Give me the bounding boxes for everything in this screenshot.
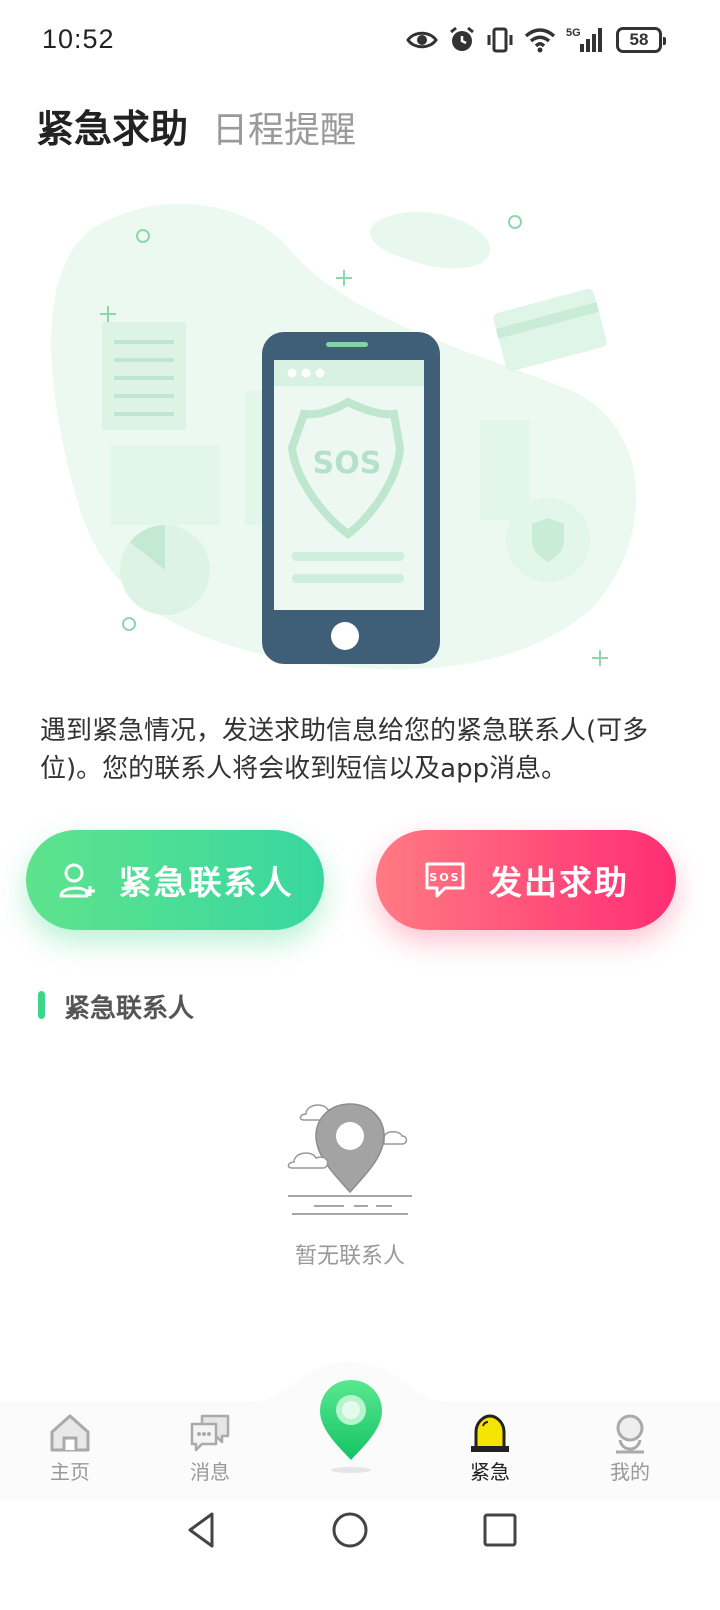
home-icon <box>50 1414 90 1452</box>
vibrate-icon <box>487 27 513 53</box>
status-icons: 5G 58 <box>406 26 666 54</box>
empty-location-icon <box>287 1103 412 1215</box>
home-button-icon[interactable] <box>330 1510 370 1550</box>
status-time: 10:52 <box>42 24 115 54</box>
top-tabs: 紧急求助 日程提醒 <box>36 98 356 153</box>
tab-emergency-help[interactable]: 紧急求助 <box>36 98 188 153</box>
alarm-icon <box>450 26 474 51</box>
status-bar: 10:52 5G 58 <box>0 0 720 84</box>
nav-item-emergency[interactable]: 紧急 <box>440 1412 540 1485</box>
nav-label-home: 主页 <box>50 1460 90 1484</box>
section-title: 紧急联系人 <box>64 994 195 1024</box>
empty-contacts-text: 暂无联系人 <box>294 1244 405 1269</box>
nav-item-messages[interactable]: 消息 <box>160 1412 260 1485</box>
emergency-contacts-label: 紧急联系人 <box>118 863 294 902</box>
nav-label-messages: 消息 <box>190 1460 230 1484</box>
nav-item-home[interactable]: 主页 <box>20 1412 120 1485</box>
alarm-light-icon <box>471 1414 509 1452</box>
eye-icon <box>406 31 438 49</box>
tab-schedule-reminder[interactable]: 日程提醒 <box>212 101 356 153</box>
recent-apps-icon[interactable] <box>480 1510 520 1550</box>
send-sos-button[interactable]: SOS 发出求助 <box>376 830 676 930</box>
wifi-icon <box>524 28 556 53</box>
send-sos-label: 发出求助 <box>489 863 629 902</box>
nav-item-profile[interactable]: 我的 <box>580 1412 680 1485</box>
message-icon <box>190 1414 230 1452</box>
svg-text:SOS: SOS <box>313 446 382 481</box>
location-pin-icon[interactable] <box>316 1378 386 1476</box>
nav-label-profile: 我的 <box>610 1460 650 1484</box>
svg-text:5G: 5G <box>566 27 581 39</box>
emergency-contacts-button[interactable]: 紧急联系人 <box>26 830 324 930</box>
section-accent-bar <box>38 991 45 1019</box>
signal-icon: 5G <box>566 27 602 52</box>
back-icon[interactable] <box>182 1510 222 1550</box>
add-contact-icon <box>59 863 95 898</box>
svg-text:SOS: SOS <box>429 871 460 884</box>
nav-label-emergency: 紧急 <box>470 1460 510 1484</box>
battery-indicator: 58 <box>616 27 666 53</box>
help-description: 遇到紧急情况，发送求助信息给您的紧急联系人(可多位)。您的联系人将会收到短信以及… <box>40 716 649 784</box>
sos-message-icon: SOS <box>425 862 465 898</box>
profile-icon <box>616 1414 644 1454</box>
sos-phone-illustration: SOS <box>51 203 637 670</box>
